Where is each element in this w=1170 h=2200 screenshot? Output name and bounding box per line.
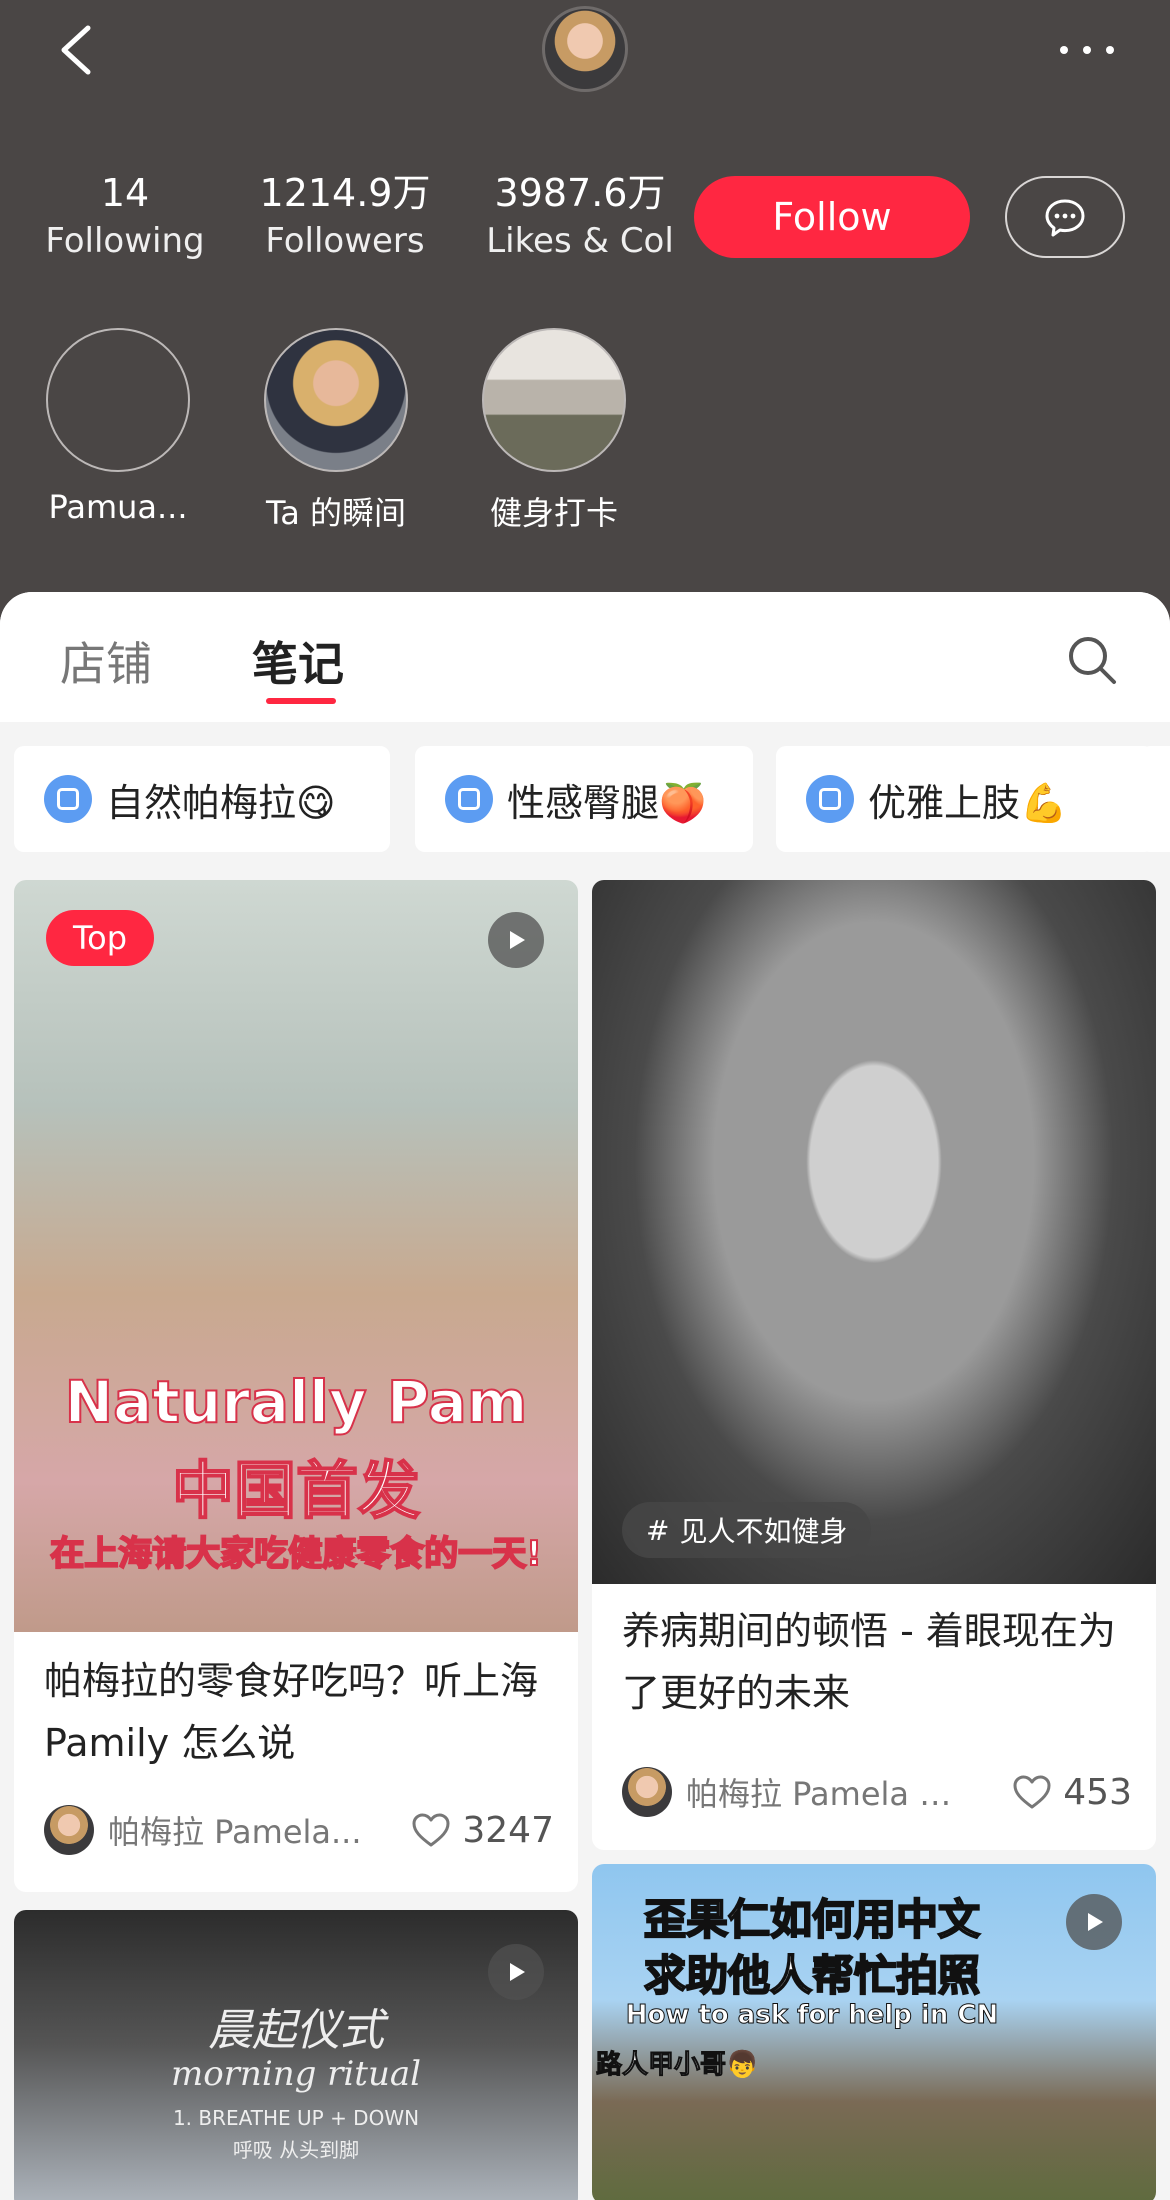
content-panel: 店铺 笔记 自然帕梅拉😋 性感臀腿🍑 优雅上肢💪 Top Naturally P… bbox=[0, 592, 1170, 2200]
note-card[interactable]: 晨起仪式 morning ritual 1. BREATHE UP + DOWN… bbox=[14, 1910, 578, 2200]
collection-chip-partial[interactable] bbox=[1140, 746, 1170, 852]
topic-tag[interactable]: # 见人不如健身 bbox=[622, 1502, 872, 1558]
active-tab-indicator bbox=[266, 698, 336, 704]
cover-text: Naturally Pam bbox=[64, 1367, 529, 1437]
cover-text: 中国首发 bbox=[171, 1453, 421, 1528]
highlight-item[interactable]: Ta 的瞬间 bbox=[256, 328, 416, 534]
cover-text: 晨起仪式 bbox=[208, 2005, 384, 2056]
tab-store[interactable]: 店铺 bbox=[60, 628, 152, 694]
video-play-icon bbox=[1066, 1894, 1122, 1950]
heart-icon bbox=[412, 1813, 450, 1847]
topic-tag-label: 见人不如健身 bbox=[679, 1515, 848, 1548]
chip-label: 自然帕梅拉😋 bbox=[106, 780, 336, 825]
stat-likes[interactable]: 3987.6万 Likes & Col bbox=[480, 168, 680, 264]
cover-text: morning ritual bbox=[170, 2054, 422, 2094]
note-card[interactable]: # 见人不如健身 养病期间的顿悟 - 着眼现在为了更好的未来 帕梅拉 Pamel… bbox=[592, 880, 1156, 1850]
cover-text: 呼吸 从头到脚 bbox=[232, 2138, 360, 2162]
cover-text: 歪果仁如何用中文 bbox=[643, 1894, 981, 1945]
chevron-left-icon bbox=[61, 25, 91, 75]
author-avatar[interactable] bbox=[622, 1767, 672, 1817]
followers-count: 1214.9万 bbox=[259, 171, 431, 215]
stat-followers[interactable]: 1214.9万 Followers bbox=[250, 168, 440, 264]
top-badge: Top bbox=[46, 910, 154, 966]
highlight-item[interactable]: Pamua... bbox=[38, 328, 198, 526]
cover-text: How to ask for help in CN bbox=[625, 2000, 999, 2031]
search-icon[interactable] bbox=[1064, 632, 1120, 688]
cover-text: 求助他人帮忙拍照 bbox=[643, 1950, 981, 2001]
hashtag-icon: # bbox=[646, 1513, 670, 1547]
collection-icon bbox=[44, 775, 92, 823]
tab-notes[interactable]: 笔记 bbox=[252, 628, 344, 694]
highlight-cover bbox=[46, 328, 190, 472]
highlight-item[interactable]: 健身打卡 bbox=[474, 328, 634, 534]
like-count: 3247 bbox=[462, 1809, 554, 1851]
like-button[interactable]: 453 bbox=[1011, 1771, 1132, 1813]
highlight-cover bbox=[482, 328, 626, 472]
heart-icon bbox=[1013, 1775, 1051, 1809]
note-title: 养病期间的顿悟 - 着眼现在为了更好的未来 bbox=[622, 1609, 1116, 1715]
profile-header: 14 Following 1214.9万 Followers 3987.6万 L… bbox=[0, 0, 1170, 640]
collection-chips: 自然帕梅拉😋 性感臀腿🍑 优雅上肢💪 bbox=[0, 746, 1170, 856]
collection-chip[interactable]: 优雅上肢💪 bbox=[776, 746, 1154, 852]
chip-label: 性感臀腿🍑 bbox=[507, 780, 707, 825]
author-avatar[interactable] bbox=[44, 1805, 94, 1855]
collection-icon bbox=[806, 775, 854, 823]
collection-chip[interactable]: 性感臀腿🍑 bbox=[415, 746, 753, 852]
more-dots-icon bbox=[1060, 46, 1114, 54]
tab-bar: 店铺 笔记 bbox=[0, 592, 1170, 722]
note-card[interactable]: 歪果仁如何用中文 求助他人帮忙拍照 How to ask for help in… bbox=[592, 1864, 1156, 2200]
highlight-cover bbox=[264, 328, 408, 472]
more-options-button[interactable] bbox=[1052, 30, 1122, 70]
followers-label: Followers bbox=[265, 221, 425, 261]
likes-label: Likes & Col bbox=[486, 221, 674, 261]
following-label: Following bbox=[45, 221, 205, 261]
author-name[interactable]: 帕梅拉 Pamela R... bbox=[686, 1769, 956, 1815]
collection-icon bbox=[445, 775, 493, 823]
cover-text: 路人甲小哥👦 bbox=[595, 2050, 759, 2081]
video-play-icon bbox=[488, 912, 544, 968]
note-cover-image: # 见人不如健身 bbox=[592, 880, 1156, 1584]
message-button[interactable] bbox=[1005, 176, 1125, 258]
like-button[interactable]: 3247 bbox=[410, 1809, 554, 1851]
highlight-label: 健身打卡 bbox=[489, 494, 618, 532]
chip-label: 优雅上肢💪 bbox=[868, 780, 1068, 825]
following-count: 14 bbox=[100, 171, 150, 215]
author-name[interactable]: 帕梅拉 Pamela... bbox=[108, 1807, 378, 1853]
highlight-label: Pamua... bbox=[48, 488, 188, 526]
follow-button[interactable]: Follow bbox=[694, 176, 970, 258]
likes-count: 3987.6万 bbox=[494, 171, 666, 215]
chat-bubble-icon bbox=[1045, 199, 1085, 237]
collection-chip[interactable]: 自然帕梅拉😋 bbox=[14, 746, 390, 852]
note-meta: 帕梅拉 Pamela R... 453 bbox=[622, 1766, 1132, 1818]
stat-following[interactable]: 14 Following bbox=[40, 168, 210, 264]
profile-avatar[interactable] bbox=[542, 6, 628, 92]
highlight-label: Ta 的瞬间 bbox=[265, 494, 407, 532]
note-card[interactable]: Top Naturally Pam 中国首发 在上海请大家吃健康零食的一天! 帕… bbox=[14, 880, 578, 1892]
back-button[interactable] bbox=[48, 20, 108, 80]
video-play-icon bbox=[488, 1944, 544, 2000]
cover-text: 1. BREATHE UP + DOWN bbox=[172, 2106, 420, 2130]
cover-text: 在上海请大家吃健康零食的一天! bbox=[49, 1533, 543, 1575]
note-cover-image: 歪果仁如何用中文 求助他人帮忙拍照 How to ask for help in… bbox=[592, 1864, 1156, 2200]
note-meta: 帕梅拉 Pamela... 3247 bbox=[44, 1804, 554, 1856]
note-cover-image: Top Naturally Pam 中国首发 在上海请大家吃健康零食的一天! bbox=[14, 880, 578, 1632]
like-count: 453 bbox=[1063, 1771, 1132, 1813]
note-title: 帕梅拉的零食好吃吗？听上海Pamily 怎么说 bbox=[44, 1659, 539, 1765]
note-cover-image: 晨起仪式 morning ritual 1. BREATHE UP + DOWN… bbox=[14, 1910, 578, 2200]
